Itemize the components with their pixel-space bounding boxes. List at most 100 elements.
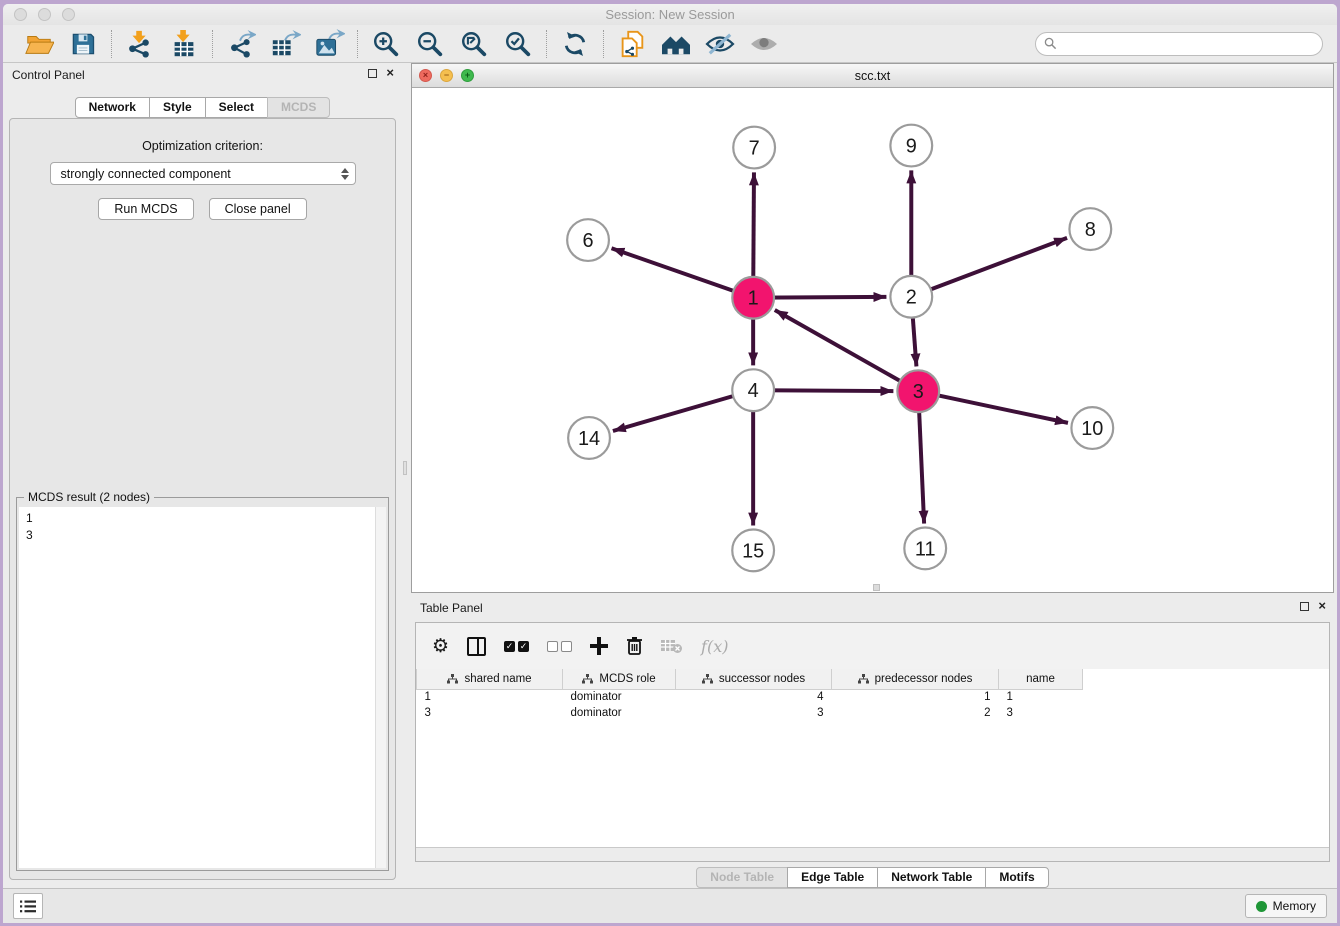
column-header-predecessor-nodes[interactable]: predecessor nodes bbox=[832, 669, 999, 689]
close-network-icon[interactable]: × bbox=[419, 69, 432, 82]
cell-mcds-role[interactable]: dominator bbox=[563, 705, 676, 721]
close-table-panel-icon[interactable]: × bbox=[1318, 600, 1326, 612]
network-resize-handle[interactable] bbox=[873, 584, 880, 591]
column-header-shared-name[interactable]: shared name bbox=[417, 669, 563, 689]
cell-successor-nodes[interactable]: 4 bbox=[676, 689, 832, 705]
node-10[interactable]: 10 bbox=[1071, 407, 1113, 449]
run-mcds-button[interactable]: Run MCDS bbox=[98, 198, 193, 220]
table-hscrollbar[interactable] bbox=[416, 847, 1329, 861]
tab-select[interactable]: Select bbox=[205, 97, 268, 118]
node-8[interactable]: 8 bbox=[1069, 208, 1111, 250]
task-history-button[interactable] bbox=[13, 893, 43, 919]
table-row[interactable]: 1 dominator 4 1 1 bbox=[417, 689, 1330, 705]
svg-text:15: 15 bbox=[742, 540, 764, 562]
panel-divider[interactable] bbox=[402, 63, 409, 888]
export-image-icon[interactable] bbox=[312, 28, 346, 60]
select-all-icon[interactable]: ✓✓ bbox=[504, 631, 529, 661]
table-panel-tabs: Node Table Edge Table Network Table Moti… bbox=[411, 867, 1334, 888]
status-bar: Memory bbox=[3, 888, 1337, 923]
zoom-out-icon[interactable] bbox=[413, 28, 447, 60]
node-15[interactable]: 15 bbox=[732, 529, 774, 571]
node-3[interactable]: 3 bbox=[897, 370, 939, 412]
svg-text:6: 6 bbox=[583, 230, 594, 252]
network-window-titlebar[interactable]: × − + scc.txt bbox=[412, 64, 1333, 88]
result-scrollbar[interactable] bbox=[375, 507, 386, 868]
unselect-all-icon[interactable] bbox=[547, 631, 572, 661]
tab-node-table[interactable]: Node Table bbox=[696, 867, 788, 888]
svg-text:11: 11 bbox=[915, 538, 936, 560]
criterion-value: strongly connected component bbox=[61, 167, 341, 181]
zoom-selected-icon[interactable] bbox=[501, 28, 535, 60]
network-graph[interactable]: 7 9 6 8 1 2 4 3 14 10 15 11 bbox=[412, 89, 1333, 592]
tab-style[interactable]: Style bbox=[149, 97, 206, 118]
zoom-in-icon[interactable] bbox=[369, 28, 403, 60]
memory-button[interactable]: Memory bbox=[1245, 894, 1327, 918]
show-columns-icon[interactable] bbox=[467, 631, 486, 661]
clone-network-icon[interactable] bbox=[615, 28, 649, 60]
function-builder-icon: f(x) bbox=[701, 631, 728, 661]
add-column-icon[interactable] bbox=[590, 631, 608, 661]
memory-label: Memory bbox=[1273, 899, 1316, 913]
open-session-icon[interactable] bbox=[22, 28, 56, 60]
cell-predecessor-nodes[interactable]: 1 bbox=[832, 689, 999, 705]
cell-successor-nodes[interactable]: 3 bbox=[676, 705, 832, 721]
export-network-icon[interactable] bbox=[224, 28, 258, 60]
column-header-successor-nodes[interactable]: successor nodes bbox=[676, 669, 832, 689]
cell-shared-name[interactable]: 1 bbox=[417, 689, 563, 705]
zoom-fit-icon[interactable] bbox=[457, 28, 491, 60]
table-settings-icon[interactable]: ⚙ bbox=[432, 631, 449, 661]
float-table-panel-icon[interactable] bbox=[1300, 602, 1309, 611]
close-panel-button[interactable]: Close panel bbox=[209, 198, 307, 220]
node-11[interactable]: 11 bbox=[904, 527, 946, 569]
node-7[interactable]: 7 bbox=[733, 127, 775, 169]
table-row[interactable]: 3 dominator 3 2 3 bbox=[417, 705, 1330, 721]
delete-column-icon[interactable] bbox=[626, 631, 643, 661]
edge-1-6[interactable] bbox=[612, 248, 754, 297]
cell-predecessor-nodes[interactable]: 2 bbox=[832, 705, 999, 721]
column-header-name[interactable]: name bbox=[999, 669, 1083, 689]
import-table-icon[interactable] bbox=[167, 28, 201, 60]
node-4[interactable]: 4 bbox=[732, 369, 774, 411]
close-window-icon[interactable] bbox=[14, 8, 27, 21]
mcds-result-textarea[interactable]: 1 3 bbox=[19, 507, 386, 868]
maximize-network-icon[interactable]: + bbox=[461, 69, 474, 82]
divider-grip[interactable] bbox=[403, 461, 407, 475]
float-panel-icon[interactable] bbox=[368, 69, 377, 78]
node-2[interactable]: 2 bbox=[890, 276, 932, 318]
refresh-icon[interactable] bbox=[558, 28, 592, 60]
edge-3-10[interactable] bbox=[918, 391, 1068, 423]
minimize-network-icon[interactable]: − bbox=[440, 69, 453, 82]
cell-name[interactable]: 1 bbox=[999, 689, 1083, 705]
close-panel-icon[interactable]: × bbox=[386, 67, 394, 79]
node-6[interactable]: 6 bbox=[567, 219, 609, 261]
search-input[interactable] bbox=[1062, 37, 1314, 51]
cell-name[interactable]: 3 bbox=[999, 705, 1083, 721]
minimize-window-icon[interactable] bbox=[38, 8, 51, 21]
tab-network-table[interactable]: Network Table bbox=[877, 867, 986, 888]
node-1[interactable]: 1 bbox=[732, 277, 774, 319]
table-container: ⚙ ✓✓ bbox=[415, 622, 1330, 862]
control-panel: Control Panel × Network Style Select MCD… bbox=[3, 63, 402, 888]
show-all-icon[interactable] bbox=[747, 28, 781, 60]
tab-network[interactable]: Network bbox=[75, 97, 150, 118]
import-network-icon[interactable] bbox=[123, 28, 157, 60]
cell-shared-name[interactable]: 3 bbox=[417, 705, 563, 721]
node-14[interactable]: 14 bbox=[568, 417, 610, 459]
export-table-icon[interactable] bbox=[268, 28, 302, 60]
tab-motifs[interactable]: Motifs bbox=[985, 867, 1048, 888]
column-header-mcds-role[interactable]: MCDS role bbox=[563, 669, 676, 689]
hide-selected-icon[interactable] bbox=[703, 28, 737, 60]
node-9[interactable]: 9 bbox=[890, 125, 932, 167]
maximize-window-icon[interactable] bbox=[62, 8, 75, 21]
criterion-select[interactable]: strongly connected component bbox=[50, 162, 356, 185]
tab-mcds[interactable]: MCDS bbox=[267, 97, 330, 118]
network-canvas[interactable]: 7 9 6 8 1 2 4 3 14 10 15 11 bbox=[412, 89, 1333, 592]
cell-mcds-role[interactable]: dominator bbox=[563, 689, 676, 705]
attribute-icon bbox=[582, 674, 593, 684]
search-field[interactable] bbox=[1035, 32, 1323, 56]
save-session-icon[interactable] bbox=[66, 28, 100, 60]
first-neighbors-icon[interactable] bbox=[659, 28, 693, 60]
edge-3-1[interactable] bbox=[775, 310, 918, 391]
tab-edge-table[interactable]: Edge Table bbox=[787, 867, 878, 888]
edge-2-8[interactable] bbox=[911, 238, 1067, 297]
